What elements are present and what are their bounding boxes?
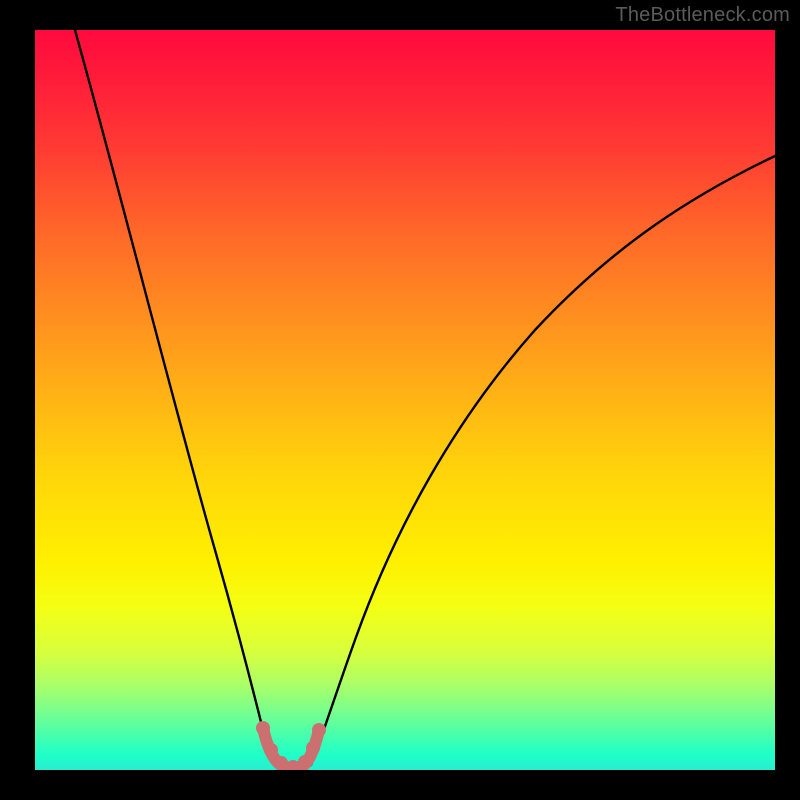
curve-right-branch (311, 156, 775, 765)
curve-left-branch (75, 30, 275, 765)
plot-area (35, 30, 775, 770)
attribution-text: TheBottleneck.com (615, 4, 790, 27)
chart-frame: TheBottleneck.com (0, 0, 800, 800)
minimum-marker-dots (256, 721, 326, 770)
bottleneck-curve (35, 30, 775, 770)
